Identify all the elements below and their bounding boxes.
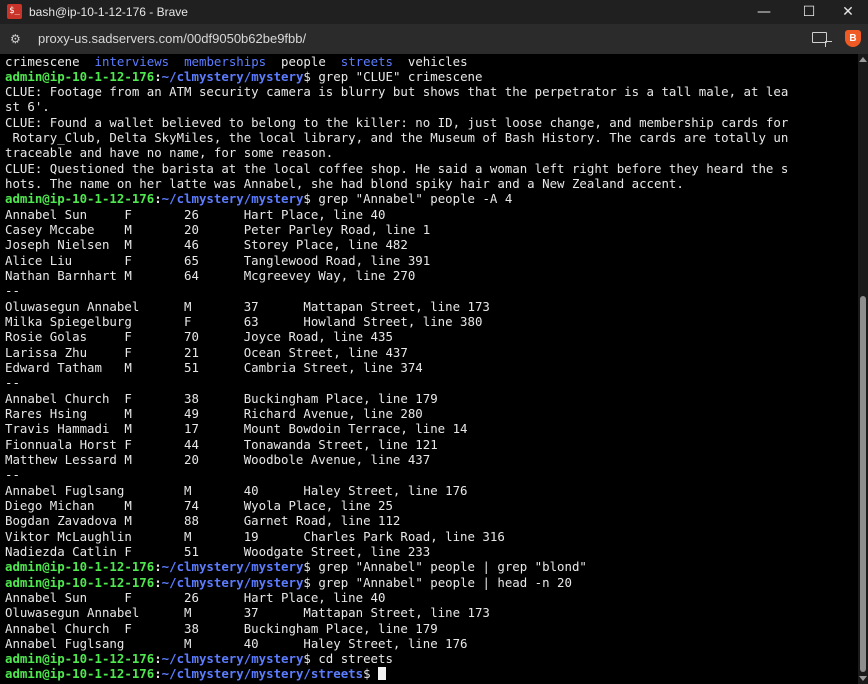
prompt-user: admin@ip-10-1-12-176: [5, 651, 155, 666]
prompt-sep: :: [154, 651, 162, 666]
prompt-path: ~/clmystery/mystery/streets: [161, 666, 364, 681]
prompt-end: $: [303, 651, 319, 666]
output-line: Annabel Fuglsang M 40 Haley Street, line…: [5, 636, 468, 651]
prompt-user: admin@ip-10-1-12-176: [5, 559, 155, 574]
output-line: CLUE: Questioned the barista at the loca…: [5, 161, 789, 176]
window-title: bash@ip-10-1-12-176 - Brave: [29, 5, 188, 19]
ls-output-line: crimescene interviews memberships people…: [5, 54, 468, 69]
prompt-line: admin@ip-10-1-12-176:~/clmystery/mystery…: [5, 69, 482, 84]
prompt-path: ~/clmystery/mystery: [161, 69, 304, 84]
output-line: Joseph Nielsen M 46 Storey Place, line 4…: [5, 237, 408, 252]
ls-item: people: [281, 54, 326, 69]
address-bar: ⚙ proxy-us.sadservers.com/00df9050b62be9…: [0, 24, 868, 54]
prompt-user: admin@ip-10-1-12-176: [5, 69, 155, 84]
output-line: CLUE: Found a wallet believed to belong …: [5, 115, 789, 130]
prompt-end: $: [303, 69, 319, 84]
prompt-line: admin@ip-10-1-12-176:~/clmystery/mystery…: [5, 575, 572, 590]
prompt-sep: :: [154, 666, 162, 681]
cast-icon[interactable]: [812, 32, 832, 47]
command-text: grep "Annabel" people | grep "blond": [318, 559, 587, 574]
minimize-button[interactable]: —: [744, 0, 784, 24]
prompt-path: ~/clmystery/mystery: [161, 191, 304, 206]
prompt-sep: :: [154, 69, 162, 84]
terminal-output[interactable]: crimescene interviews memberships people…: [0, 54, 858, 684]
output-line: st 6'.: [5, 99, 50, 114]
window-titlebar: $_ bash@ip-10-1-12-176 - Brave — ☐ ✕: [0, 0, 868, 24]
prompt-path: ~/clmystery/mystery: [161, 651, 304, 666]
output-line: Annabel Church F 38 Buckingham Place, li…: [5, 621, 438, 636]
output-line: hots. The name on her latte was Annabel,…: [5, 176, 684, 191]
command-text: grep "Annabel" people | head -n 20: [318, 575, 572, 590]
scrollbar-thumb[interactable]: [860, 296, 866, 672]
output-line: Annabel Church F 38 Buckingham Place, li…: [5, 391, 438, 406]
prompt-path: ~/clmystery/mystery: [161, 559, 304, 574]
ls-item-dir: memberships: [184, 54, 267, 69]
output-line: --: [5, 283, 20, 298]
brave-shield-icon[interactable]: B: [845, 30, 861, 47]
output-line: Larissa Zhu F 21 Ocean Street, line 437: [5, 345, 408, 360]
output-line: Rares Hsing M 49 Richard Avenue, line 28…: [5, 406, 423, 421]
prompt-user: admin@ip-10-1-12-176: [5, 575, 155, 590]
output-line: Nathan Barnhart M 64 Mcgreevey Way, line…: [5, 268, 416, 283]
output-line: Rosie Golas F 70 Joyce Road, line 435: [5, 329, 393, 344]
ls-item-dir: streets: [340, 54, 393, 69]
prompt-end: $: [303, 559, 319, 574]
active-prompt-line[interactable]: admin@ip-10-1-12-176:~/clmystery/mystery…: [5, 666, 387, 681]
output-line: Annabel Sun F 26 Hart Place, line 40: [5, 590, 386, 605]
output-line: Travis Hammadi M 17 Mount Bowdoin Terrac…: [5, 421, 468, 436]
output-line: --: [5, 375, 20, 390]
output-line: Alice Liu F 65 Tanglewood Road, line 391: [5, 253, 431, 268]
output-line: Oluwasegun Annabel M 37 Mattapan Street,…: [5, 299, 490, 314]
output-line: Edward Tatham M 51 Cambria Street, line …: [5, 360, 423, 375]
output-line: Matthew Lessard M 20 Woodbole Avenue, li…: [5, 452, 431, 467]
prompt-line: admin@ip-10-1-12-176:~/clmystery/mystery…: [5, 559, 587, 574]
output-line: Rotary_Club, Delta SkyMiles, the local l…: [5, 130, 789, 145]
output-line: Milka Spiegelburg F 63 Howland Street, l…: [5, 314, 483, 329]
terminal-cursor[interactable]: [378, 667, 387, 680]
terminal-app-icon: $_: [7, 4, 22, 19]
prompt-sep: :: [154, 191, 162, 206]
output-line: traceable and have no name, for some rea…: [5, 145, 334, 160]
scroll-down-arrow-icon[interactable]: [859, 676, 867, 681]
output-line: Nadiezda Catlin F 51 Woodgate Street, li…: [5, 544, 431, 559]
prompt-end: $: [303, 575, 319, 590]
prompt-sep: :: [154, 575, 162, 590]
prompt-path: ~/clmystery/mystery: [161, 575, 304, 590]
prompt-user: admin@ip-10-1-12-176: [5, 666, 155, 681]
prompt-line: admin@ip-10-1-12-176:~/clmystery/mystery…: [5, 191, 512, 206]
command-text: grep "Annabel" people -A 4: [318, 191, 513, 206]
ls-item: crimescene: [5, 54, 80, 69]
prompt-end: $: [363, 666, 379, 681]
output-line: Annabel Sun F 26 Hart Place, line 40: [5, 207, 386, 222]
prompt-user: admin@ip-10-1-12-176: [5, 191, 155, 206]
output-line: Oluwasegun Annabel M 37 Mattapan Street,…: [5, 605, 490, 620]
scroll-up-arrow-icon[interactable]: [859, 57, 867, 62]
ls-item: vehicles: [407, 54, 468, 69]
prompt-sep: :: [154, 559, 162, 574]
close-button[interactable]: ✕: [828, 0, 868, 24]
output-line: Fionnuala Horst F 44 Tonawanda Street, l…: [5, 437, 438, 452]
output-line: CLUE: Footage from an ATM security camer…: [5, 84, 789, 99]
output-line: Diego Michan M 74 Wyola Place, line 25: [5, 498, 393, 513]
command-text: grep "CLUE" crimescene: [318, 69, 483, 84]
site-settings-icon[interactable]: ⚙: [10, 31, 21, 47]
ls-item-dir: interviews: [94, 54, 170, 69]
command-text: cd streets: [318, 651, 393, 666]
prompt-end: $: [303, 191, 319, 206]
terminal-scrollbar[interactable]: [858, 54, 868, 684]
prompt-line: admin@ip-10-1-12-176:~/clmystery/mystery…: [5, 651, 393, 666]
output-line: Viktor McLaughlin M 19 Charles Park Road…: [5, 529, 505, 544]
output-line: --: [5, 467, 20, 482]
url-text[interactable]: proxy-us.sadservers.com/00df9050b62be9fb…: [38, 31, 306, 47]
output-line: Annabel Fuglsang M 40 Haley Street, line…: [5, 483, 468, 498]
output-line: Bogdan Zavadova M 88 Garnet Road, line 1…: [5, 513, 401, 528]
maximize-button[interactable]: ☐: [789, 0, 829, 24]
output-line: Casey Mccabe M 20 Peter Parley Road, lin…: [5, 222, 431, 237]
